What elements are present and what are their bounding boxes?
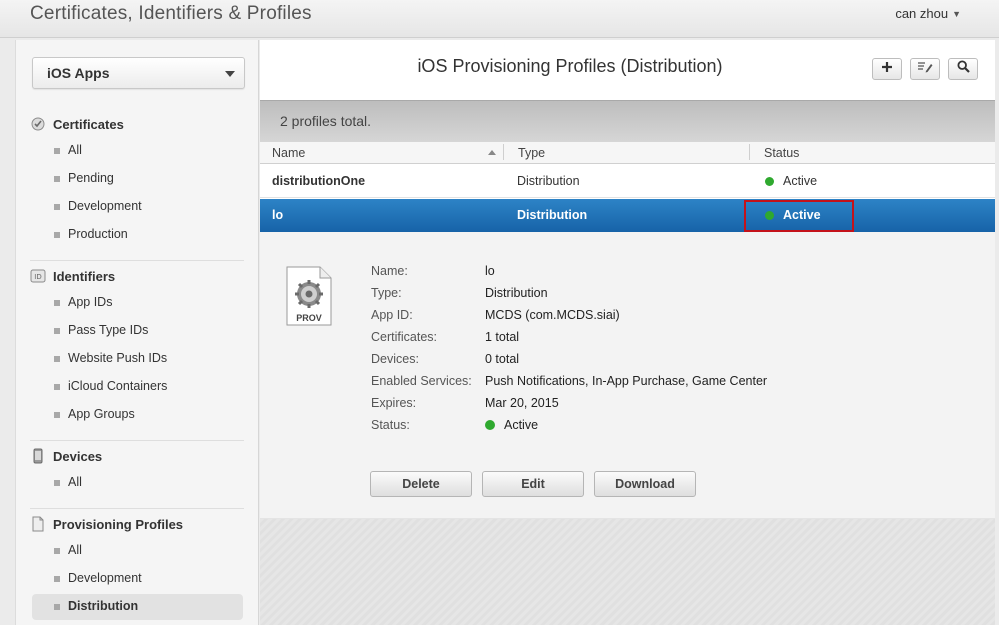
table-row[interactable]: distributionOne Distribution Active (260, 165, 995, 198)
detail-label-enabled-services: Enabled Services: (371, 374, 472, 388)
sidebar-item-profiles-distribution[interactable]: Distribution (32, 594, 243, 620)
detail-value-status: Active (485, 418, 538, 432)
sidebar-item-certificates-all[interactable]: All (32, 138, 243, 164)
column-header-type[interactable]: Type (518, 146, 545, 160)
search-icon (956, 60, 970, 78)
sidebar-item-certificates-production[interactable]: Production (32, 222, 243, 248)
main-panel: iOS Provisioning Profiles (Distribution)… (260, 40, 995, 625)
status-active-icon (765, 177, 774, 186)
sidebar-item-app-groups[interactable]: App Groups (32, 402, 243, 428)
detail-label-type: Type: (371, 286, 402, 300)
chevron-down-icon (225, 71, 235, 77)
table-header: Name Type Status (260, 142, 995, 164)
detail-label-certificates: Certificates: (371, 330, 437, 344)
edit-profile-button[interactable]: Edit (482, 471, 584, 497)
sidebar-item-profiles-development[interactable]: Development (32, 566, 243, 592)
device-icon (30, 448, 46, 464)
sidebar-item-devices-all[interactable]: All (32, 470, 243, 496)
download-button[interactable]: Download (594, 471, 696, 497)
sidebar-item-app-ids[interactable]: App IDs (32, 290, 243, 316)
column-header-status[interactable]: Status (764, 146, 799, 160)
detail-value-app-id: MCDS (com.MCDS.siai) (485, 308, 620, 322)
svg-text:ID: ID (34, 273, 41, 281)
user-menu[interactable]: can zhou ▼ (895, 6, 961, 21)
divider (30, 260, 244, 261)
certificate-icon (30, 116, 46, 132)
summary-bar: 2 profiles total. (260, 100, 995, 142)
content-area: iOS Provisioning Profiles (Distribution)… (260, 40, 995, 518)
id-badge-icon: ID (30, 268, 46, 284)
profile-status: Active (783, 174, 818, 188)
column-header-name[interactable]: Name (272, 146, 305, 160)
platform-select[interactable]: iOS Apps (32, 57, 245, 89)
edit-button[interactable] (910, 58, 940, 80)
top-bar: Certificates, Identifiers & Profiles can… (0, 0, 999, 38)
provisioning-profile-icon: PROV (286, 266, 332, 326)
delete-button[interactable]: Delete (370, 471, 472, 497)
detail-value-type: Distribution (485, 286, 548, 300)
document-icon (30, 516, 46, 532)
page-title: iOS Provisioning Profiles (Distribution) (417, 56, 723, 76)
detail-value-devices: 0 total (485, 352, 520, 366)
profile-name: lo (272, 208, 284, 222)
detail-label-app-id: App ID: (371, 308, 413, 322)
search-button[interactable] (948, 58, 978, 80)
app-title: Certificates, Identifiers & Profiles (30, 3, 312, 24)
section-certificates: Certificates (30, 114, 124, 134)
status-highlight-box (744, 200, 854, 232)
profile-detail-panel: PROV Name: lo Type: Distribution App ID:… (260, 232, 995, 518)
profile-type: Distribution (517, 174, 580, 188)
edit-icon (917, 60, 933, 78)
sidebar: iOS Apps Certificates All Pending Develo… (15, 40, 259, 625)
detail-label-name: Name: (371, 264, 408, 278)
detail-value-expires: Mar 20, 2015 (485, 396, 559, 410)
platform-select-label: iOS Apps (47, 65, 110, 81)
divider (30, 508, 244, 509)
user-name: can zhou (895, 6, 949, 21)
section-devices: Devices (30, 446, 102, 466)
detail-value-enabled-services: Push Notifications, In-App Purchase, Gam… (485, 374, 768, 388)
divider (30, 440, 244, 441)
sidebar-item-certificates-pending[interactable]: Pending (32, 166, 243, 192)
sidebar-item-pass-type-ids[interactable]: Pass Type IDs (32, 318, 243, 344)
sidebar-item-profiles-all[interactable]: All (32, 538, 243, 564)
detail-value-name: lo (485, 264, 495, 278)
chevron-down-icon: ▼ (952, 9, 961, 19)
table-row-selected[interactable]: lo Distribution Active (260, 199, 995, 232)
profiles-count: 2 profiles total. (280, 113, 372, 129)
plus-icon (881, 60, 893, 78)
status-active-icon (485, 420, 495, 430)
section-provisioning-profiles: Provisioning Profiles (30, 514, 183, 534)
sidebar-item-icloud-containers[interactable]: iCloud Containers (32, 374, 243, 400)
detail-label-devices: Devices: (371, 352, 419, 366)
sidebar-item-website-push-ids[interactable]: Website Push IDs (32, 346, 243, 372)
add-button[interactable] (872, 58, 902, 80)
section-identifiers: ID Identifiers (30, 266, 115, 286)
detail-label-expires: Expires: (371, 396, 417, 410)
background-pattern (260, 519, 995, 625)
prov-label: PROV (296, 313, 322, 323)
profile-name: distributionOne (272, 174, 366, 188)
profile-type: Distribution (517, 208, 588, 222)
detail-value-certificates: 1 total (485, 330, 520, 344)
detail-label-status: Status: (371, 418, 410, 432)
sort-ascending-icon (488, 150, 496, 155)
sidebar-item-certificates-development[interactable]: Development (32, 194, 243, 220)
